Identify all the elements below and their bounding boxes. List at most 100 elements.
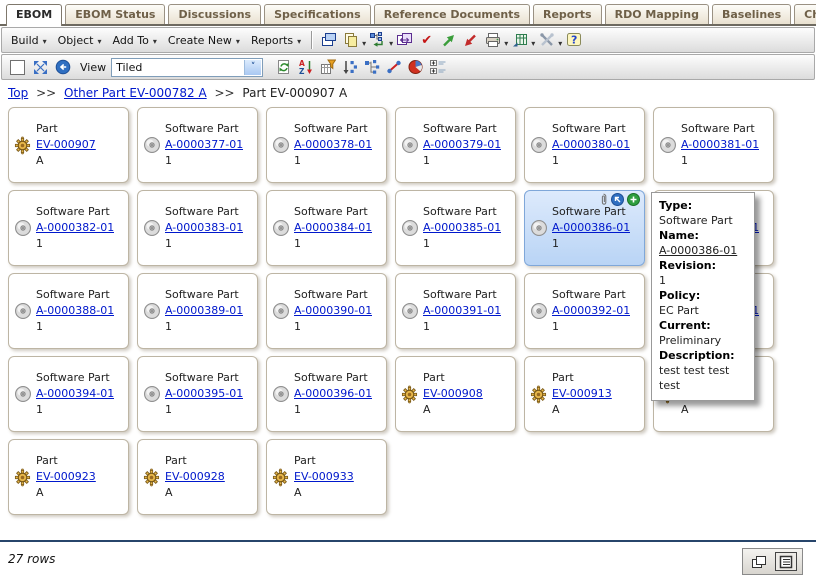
cascade-view-button[interactable] <box>748 552 770 571</box>
card-name-link[interactable]: EV-000913 <box>552 387 612 400</box>
menu-add-to[interactable]: Add To <box>107 32 161 49</box>
menu-reports[interactable]: Reports <box>246 32 306 49</box>
sort-az-icon[interactable]: AZ <box>295 57 316 77</box>
tab-charts[interactable]: Charts <box>794 4 816 24</box>
approve-check-icon[interactable]: ✔ <box>416 30 437 50</box>
card-name-link[interactable]: A-0000391-01 <box>423 304 501 317</box>
view-select[interactable]: Tiled <box>111 58 263 77</box>
tab-discussions[interactable]: Discussions <box>168 4 261 24</box>
tab-reports[interactable]: Reports <box>533 4 602 24</box>
chevron-down-icon[interactable] <box>558 31 562 50</box>
breadcrumb-link-parent[interactable]: Other Part EV-000782 A <box>64 86 207 100</box>
print-icon[interactable] <box>482 30 503 50</box>
window-frames-icon[interactable] <box>318 30 339 50</box>
card-name-link[interactable]: A-0000379-01 <box>423 138 501 151</box>
card-name-link[interactable]: A-0000382-01 <box>36 221 114 234</box>
card-name-link[interactable]: EV-000923 <box>36 470 96 483</box>
chart-icon[interactable] <box>405 57 426 77</box>
card-name-link[interactable]: A-0000385-01 <box>423 221 501 234</box>
part-card[interactable]: Software Part A-0000392-01 1 <box>524 273 645 349</box>
tree-view-icon[interactable] <box>361 57 382 77</box>
card-name-link[interactable]: A-0000383-01 <box>165 221 243 234</box>
attachment-icon[interactable] <box>599 193 608 206</box>
part-card[interactable]: Software Part A-0000396-01 1 <box>266 356 387 432</box>
help-icon[interactable]: ? <box>563 30 584 50</box>
part-card[interactable]: Software Part A-0000378-01 1 <box>266 107 387 183</box>
refresh-icon[interactable] <box>273 57 294 77</box>
part-card[interactable]: Part EV-000933 A <box>266 439 387 515</box>
expand-all-icon[interactable] <box>427 57 448 77</box>
demote-arrow-icon[interactable] <box>460 30 481 50</box>
card-name-link[interactable]: A-0000381-01 <box>681 138 759 151</box>
sort-structure-icon[interactable] <box>339 57 360 77</box>
part-card[interactable]: Part EV-000923 A <box>8 439 129 515</box>
part-card[interactable]: Part EV-000908 A <box>395 356 516 432</box>
tab-ebom[interactable]: EBOM <box>6 4 62 26</box>
card-name-link[interactable]: A-0000392-01 <box>552 304 630 317</box>
combo-chevron-icon[interactable] <box>244 60 261 75</box>
part-card[interactable]: Software Part A-0000386-01 1 <box>524 190 645 266</box>
part-card[interactable]: Part EV-000907 A <box>8 107 129 183</box>
menu-create-new[interactable]: Create New <box>163 32 245 49</box>
breadcrumb-link-top[interactable]: Top <box>8 86 28 100</box>
tools-icon[interactable] <box>536 30 557 50</box>
card-name-link[interactable]: A-0000377-01 <box>165 138 243 151</box>
tab-rdo-mapping[interactable]: RDO Mapping <box>605 4 709 24</box>
part-card[interactable]: Software Part A-0000382-01 1 <box>8 190 129 266</box>
card-name-link[interactable]: A-0000380-01 <box>552 138 630 151</box>
part-card[interactable]: Software Part A-0000385-01 1 <box>395 190 516 266</box>
part-card[interactable]: Software Part A-0000395-01 1 <box>137 356 258 432</box>
card-name-link[interactable]: A-0000386-01 <box>552 221 630 234</box>
promote-arrow-icon[interactable] <box>438 30 459 50</box>
menu-object[interactable]: Object <box>53 32 107 49</box>
filter-icon[interactable] <box>317 57 338 77</box>
select-all-checkbox[interactable] <box>10 60 25 75</box>
part-card[interactable]: Software Part A-0000377-01 1 <box>137 107 258 183</box>
chevron-down-icon[interactable] <box>362 31 366 50</box>
card-name-link[interactable]: A-0000378-01 <box>294 138 372 151</box>
disconnect-icon[interactable] <box>383 57 404 77</box>
part-card[interactable]: Software Part A-0000381-01 1 <box>653 107 774 183</box>
tab-reference-documents[interactable]: Reference Documents <box>374 4 530 24</box>
go-back-icon[interactable] <box>52 57 73 77</box>
card-name-link[interactable]: A-0000394-01 <box>36 387 114 400</box>
chevron-down-icon[interactable] <box>531 31 535 50</box>
card-name-link[interactable]: EV-000908 <box>423 387 483 400</box>
part-card[interactable]: Software Part A-0000380-01 1 <box>524 107 645 183</box>
part-card[interactable]: Software Part A-0000379-01 1 <box>395 107 516 183</box>
navigate-icon[interactable] <box>611 193 624 206</box>
card-name-link[interactable]: A-0000389-01 <box>165 304 243 317</box>
part-card[interactable]: Software Part A-0000394-01 1 <box>8 356 129 432</box>
card-name-link[interactable]: A-0000390-01 <box>294 304 372 317</box>
tab-baselines[interactable]: Baselines <box>712 4 791 24</box>
card-name-link[interactable]: A-0000395-01 <box>165 387 243 400</box>
chevron-down-icon <box>236 34 240 47</box>
part-card[interactable]: Part EV-000913 A <box>524 356 645 432</box>
part-card[interactable]: Software Part A-0000389-01 1 <box>137 273 258 349</box>
expand-window-icon[interactable] <box>30 57 51 77</box>
structure-paste-icon[interactable] <box>367 30 388 50</box>
chevron-down-icon[interactable] <box>504 31 508 50</box>
part-card[interactable]: Software Part A-0000390-01 1 <box>266 273 387 349</box>
card-name-link[interactable]: EV-000907 <box>36 138 96 151</box>
card-name-link[interactable]: EV-000928 <box>165 470 225 483</box>
add-icon[interactable] <box>627 193 640 206</box>
tab-ebom-status[interactable]: EBOM Status <box>65 4 165 24</box>
tooltip-name-link[interactable]: A-0000386-01 <box>659 243 747 258</box>
tab-specifications[interactable]: Specifications <box>264 4 371 24</box>
card-name-link[interactable]: EV-000933 <box>294 470 354 483</box>
swap-windows-icon[interactable] <box>394 30 415 50</box>
copy-icon[interactable] <box>340 30 361 50</box>
export-table-icon[interactable] <box>509 30 530 50</box>
part-card[interactable]: Software Part A-0000388-01 1 <box>8 273 129 349</box>
part-card[interactable]: Software Part A-0000383-01 1 <box>137 190 258 266</box>
details-view-button[interactable] <box>775 552 797 571</box>
part-card[interactable]: Software Part A-0000384-01 1 <box>266 190 387 266</box>
card-name-link[interactable]: A-0000388-01 <box>36 304 114 317</box>
card-name-link[interactable]: A-0000384-01 <box>294 221 372 234</box>
part-card[interactable]: Software Part A-0000391-01 1 <box>395 273 516 349</box>
chevron-down-icon[interactable] <box>389 31 393 50</box>
menu-build[interactable]: Build <box>6 32 52 49</box>
part-card[interactable]: Part EV-000928 A <box>137 439 258 515</box>
card-name-link[interactable]: A-0000396-01 <box>294 387 372 400</box>
